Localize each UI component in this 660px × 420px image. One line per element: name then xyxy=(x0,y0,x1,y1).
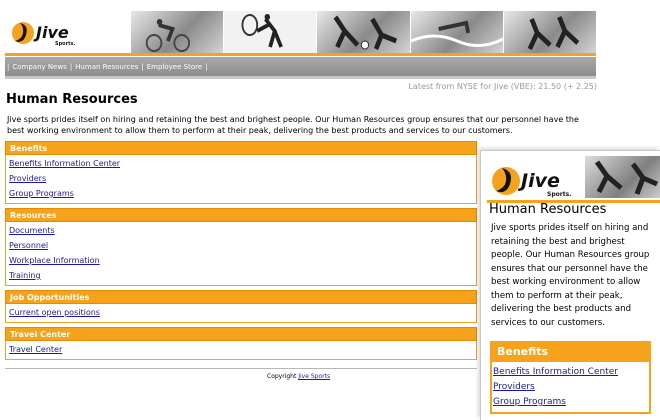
mobile-header: Jive Sports. xyxy=(487,156,660,201)
soccer-photo xyxy=(317,11,410,53)
section-header: Travel Center xyxy=(5,327,477,341)
link-personnel[interactable]: Personnel xyxy=(9,238,476,253)
logo-subtext: Sports. xyxy=(55,41,75,47)
footer-link-jive-sports[interactable]: Jive Sports xyxy=(298,373,330,380)
sports-photo-strip xyxy=(131,11,597,53)
section-benefits: Benefits Benefits Information Center Pro… xyxy=(5,141,477,204)
link-providers[interactable]: Providers xyxy=(9,171,476,186)
nav-item-human-resources[interactable]: Human Resources xyxy=(75,63,138,71)
top-nav: | Company News | Human Resources | Emplo… xyxy=(5,57,596,76)
page-title: Human Resources xyxy=(489,202,607,217)
link-group-programs[interactable]: Group Programs xyxy=(493,395,649,410)
logo-subtext: Sports. xyxy=(547,191,571,198)
link-group-programs[interactable]: Group Programs xyxy=(9,186,476,201)
section-resources: Resources Documents Personnel Workplace … xyxy=(5,208,477,286)
nav-item-employee-store[interactable]: Employee Store xyxy=(147,63,202,71)
section-benefits: Benefits Benefits Information Center Pro… xyxy=(490,341,651,414)
water-sport-photo xyxy=(410,11,503,53)
cyclist-photo xyxy=(131,11,224,53)
link-benefits-information-center[interactable]: Benefits Information Center xyxy=(493,365,649,380)
tennis-photo xyxy=(224,11,317,53)
soccer-photo xyxy=(585,156,660,198)
footer-divider xyxy=(5,368,477,369)
section-header: Resources xyxy=(5,208,477,222)
jive-logo-icon[interactable]: Jive Sports. xyxy=(11,19,89,47)
page-intro: Jive sports prides itself on hiring and … xyxy=(491,223,650,328)
section-travel-center: Travel Center Travel Center xyxy=(5,327,477,360)
nav-item-company-news[interactable]: Company News xyxy=(12,63,66,71)
page-intro: Jive sports prides itself on hiring and … xyxy=(7,115,579,135)
header-banner: Jive Sports. xyxy=(5,8,597,53)
link-travel-center[interactable]: Travel Center xyxy=(9,342,476,357)
section-header: Benefits xyxy=(5,141,477,155)
jive-logo-icon[interactable]: Jive Sports. xyxy=(491,164,581,198)
nav-divider xyxy=(5,76,596,79)
logo-text: Jive xyxy=(33,23,69,42)
link-providers[interactable]: Providers xyxy=(493,380,649,395)
link-training[interactable]: Training xyxy=(9,268,476,283)
logo-text: Jive xyxy=(517,170,560,192)
link-workplace-information[interactable]: Workplace Information xyxy=(9,253,476,268)
page-title: Human Resources xyxy=(6,92,138,107)
stock-ticker: Latest from NYSE for Jive (VBE): 21.50 (… xyxy=(408,82,597,91)
header-divider xyxy=(5,53,596,56)
section-header: Benefits xyxy=(490,341,651,362)
mobile-preview: Jive Sports. Human Resources Jive sports… xyxy=(480,150,660,420)
link-documents[interactable]: Documents xyxy=(9,223,476,238)
link-current-open-positions[interactable]: Current open positions xyxy=(9,305,476,320)
copyright: Copyright Jive Sports xyxy=(267,373,331,380)
link-benefits-information-center[interactable]: Benefits Information Center xyxy=(9,156,476,171)
section-job-opportunities: Job Opportunities Current open positions xyxy=(5,290,477,323)
runner-photo xyxy=(503,11,597,53)
section-header: Job Opportunities xyxy=(5,290,477,304)
